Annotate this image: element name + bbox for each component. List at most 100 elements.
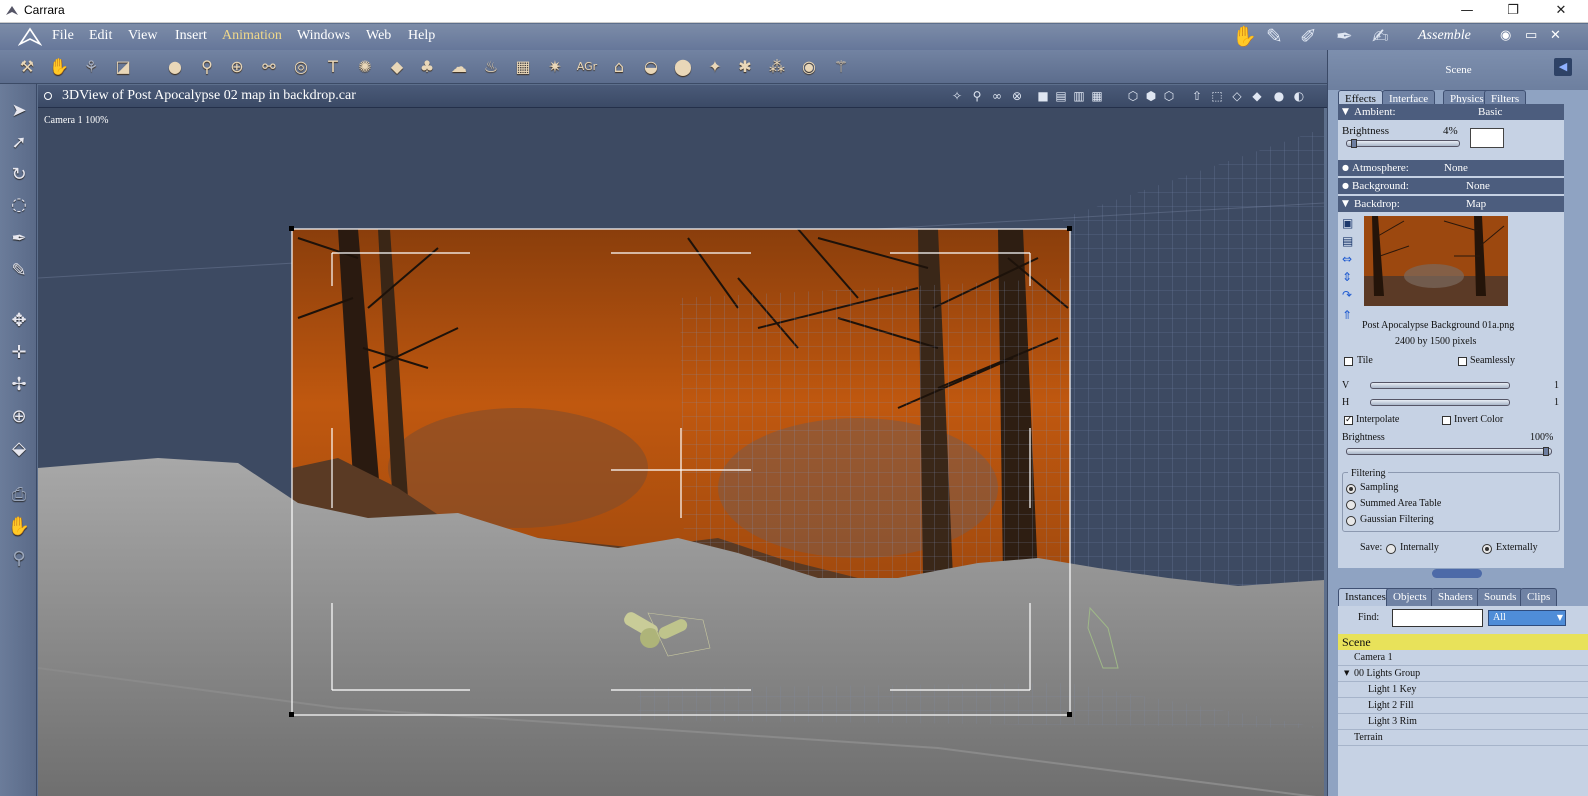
render-area-icon[interactable]: ◪ bbox=[110, 53, 136, 79]
view-shaded-ball-icon[interactable]: ● bbox=[1270, 88, 1288, 104]
insert-camera-icon[interactable]: ✱ bbox=[732, 53, 758, 79]
insert-sphere-icon[interactable]: ● bbox=[162, 53, 188, 79]
slider-thumb[interactable] bbox=[1543, 447, 1549, 456]
menu-web[interactable]: Web bbox=[366, 28, 391, 44]
backdrop-brightness-slider[interactable] bbox=[1346, 447, 1552, 456]
rotate-map-icon[interactable]: ↷ bbox=[1342, 288, 1352, 302]
tab-objects[interactable]: Objects bbox=[1386, 588, 1434, 606]
open-file-icon[interactable]: ▣ bbox=[1342, 216, 1353, 230]
menu-file[interactable]: File bbox=[52, 28, 74, 44]
trackball-icon[interactable]: ⊕ bbox=[5, 402, 33, 430]
tree-item-terrain[interactable]: Terrain bbox=[1338, 730, 1588, 746]
insert-spline-icon[interactable]: ◎ bbox=[288, 53, 314, 79]
ambient-brightness-slider[interactable] bbox=[1346, 139, 1460, 148]
menu-view[interactable]: View bbox=[128, 28, 157, 44]
h-slider[interactable] bbox=[1370, 399, 1510, 406]
view-up-arrow-icon[interactable]: ⇧ bbox=[1188, 88, 1206, 104]
view-camera-select-icon[interactable]: ⊗ bbox=[1008, 88, 1026, 104]
view-pin-icon[interactable]: ⚲ bbox=[968, 88, 986, 104]
layout-four-icon[interactable]: ▦ bbox=[1088, 88, 1106, 104]
scale-ring-icon[interactable]: ◌ bbox=[5, 190, 33, 218]
move-arrow-icon[interactable]: ➚ bbox=[5, 128, 33, 156]
backdrop-thumbnail[interactable] bbox=[1364, 216, 1508, 306]
menu-insert[interactable]: Insert bbox=[175, 28, 207, 44]
interpolate-checkbox[interactable]: ✓ bbox=[1344, 416, 1353, 425]
view-cube-front-icon[interactable]: ⬡ bbox=[1124, 88, 1142, 104]
layout-three-icon[interactable]: ▥ bbox=[1070, 88, 1088, 104]
panel-close-icon[interactable]: ✕ bbox=[1550, 28, 1561, 43]
atmosphere-section-header[interactable]: ● Atmosphere: None bbox=[1338, 160, 1564, 176]
layout-single-icon[interactable]: ■ bbox=[1034, 88, 1052, 104]
tab-shaders[interactable]: Shaders bbox=[1431, 588, 1480, 606]
insert-cloud-icon[interactable]: ☁ bbox=[446, 53, 472, 79]
summed-area-radio[interactable] bbox=[1346, 500, 1356, 510]
viewport-menu-icon[interactable] bbox=[44, 92, 52, 100]
room-render-icon[interactable]: ✍ bbox=[1372, 24, 1389, 48]
view-textured-ball-icon[interactable]: ◐ bbox=[1290, 88, 1308, 104]
insert-terrain-icon[interactable]: ◆ bbox=[384, 53, 410, 79]
tab-sounds[interactable]: Sounds bbox=[1477, 588, 1524, 606]
atmosphere-value[interactable]: None bbox=[1444, 160, 1468, 176]
flip-vertical-icon[interactable]: ⇕ bbox=[1342, 270, 1352, 284]
view-light-icon[interactable]: ✧ bbox=[948, 88, 966, 104]
background-section-header[interactable]: ● Background: None bbox=[1338, 178, 1564, 194]
view-bounding-box-icon[interactable]: ⬚ bbox=[1208, 88, 1226, 104]
restore-button[interactable]: ❐ bbox=[1490, 0, 1536, 23]
ambient-color-swatch[interactable] bbox=[1470, 128, 1504, 148]
insert-replicator-icon[interactable]: ▦ bbox=[510, 53, 536, 79]
bone-tool-icon[interactable]: ⚘ bbox=[78, 53, 104, 79]
ambient-mode[interactable]: Basic bbox=[1478, 104, 1502, 120]
minimize-button[interactable]: — bbox=[1444, 0, 1490, 23]
room-storyboard-icon[interactable]: ✐ bbox=[1300, 24, 1317, 48]
tile-checkbox[interactable] bbox=[1344, 357, 1353, 366]
hand-grab-icon[interactable]: ✋ bbox=[46, 53, 72, 79]
tab-instances[interactable]: Instances bbox=[1338, 588, 1393, 606]
insert-bowl-icon[interactable]: ◒ bbox=[638, 53, 664, 79]
close-button[interactable]: ✕ bbox=[1538, 0, 1584, 23]
insert-blob-icon[interactable]: ⬤ bbox=[670, 53, 696, 79]
insert-globe-icon[interactable]: ⊕ bbox=[224, 53, 250, 79]
backdrop-section-header[interactable]: ▼ Backdrop: Map bbox=[1338, 196, 1564, 212]
background-value[interactable]: None bbox=[1466, 178, 1490, 194]
find-input[interactable] bbox=[1392, 609, 1483, 627]
insert-plant-icon[interactable]: ♣ bbox=[414, 53, 440, 79]
tree-item-lights-group[interactable]: 00 Lights Group bbox=[1338, 666, 1588, 682]
eye-icon[interactable]: ◉ bbox=[1500, 28, 1511, 43]
panel-splitter-handle[interactable] bbox=[1432, 569, 1482, 578]
view-binoculars-icon[interactable]: ∞ bbox=[988, 88, 1006, 104]
collapse-tray-icon[interactable]: ◀ bbox=[1554, 58, 1572, 76]
axes-cube-icon[interactable]: ⬙ bbox=[5, 434, 33, 462]
insert-agr-icon[interactable]: AGr bbox=[574, 53, 600, 79]
expand-triangle-icon[interactable]: ▼ bbox=[1344, 669, 1349, 677]
move-yz-icon[interactable]: ✢ bbox=[5, 370, 33, 398]
view-cube-side-icon[interactable]: ⬢ bbox=[1142, 88, 1160, 104]
backdrop-value[interactable]: Map bbox=[1466, 196, 1486, 212]
gaussian-radio[interactable] bbox=[1346, 516, 1356, 526]
panel-toggle-icon[interactable]: ▭ bbox=[1525, 28, 1537, 43]
view-solid-icon[interactable]: ◆ bbox=[1248, 88, 1266, 104]
view-wireframe-icon[interactable]: ◇ bbox=[1228, 88, 1246, 104]
tree-item-light-rim[interactable]: Light 3 Rim bbox=[1338, 714, 1588, 730]
tree-header[interactable]: Scene bbox=[1338, 634, 1588, 650]
save-internally-radio[interactable] bbox=[1386, 544, 1396, 554]
insert-skeleton-icon[interactable]: ⚯ bbox=[256, 53, 282, 79]
insert-house-icon[interactable]: ⌂ bbox=[606, 53, 632, 79]
insert-grass-icon[interactable]: ✷ bbox=[542, 53, 568, 79]
move-xy-icon[interactable]: ✥ bbox=[5, 306, 33, 334]
insert-group-icon[interactable]: ⁂ bbox=[764, 53, 790, 79]
insert-particles-icon[interactable]: ✺ bbox=[352, 53, 378, 79]
tree-item-light-key[interactable]: Light 1 Key bbox=[1338, 682, 1588, 698]
tree-item-light-fill[interactable]: Light 2 Fill bbox=[1338, 698, 1588, 714]
camera-icon[interactable]: ⎙ bbox=[5, 480, 33, 508]
menu-windows[interactable]: Windows bbox=[297, 28, 350, 44]
insert-fire-icon[interactable]: ♨ bbox=[478, 53, 504, 79]
ambient-section-header[interactable]: ▼ Ambient: Basic bbox=[1338, 104, 1564, 120]
view-cube-top-icon[interactable]: ⬡ bbox=[1160, 88, 1178, 104]
invert-color-checkbox[interactable] bbox=[1442, 416, 1451, 425]
insert-text-icon[interactable]: T bbox=[320, 53, 346, 79]
tab-clips[interactable]: Clips bbox=[1520, 588, 1558, 606]
move-xz-icon[interactable]: ✛ bbox=[5, 338, 33, 366]
upload-icon[interactable]: ⇑ bbox=[1342, 308, 1352, 322]
tree-item-camera[interactable]: Camera 1 bbox=[1338, 650, 1588, 666]
3d-viewport[interactable]: Camera 1 100% bbox=[38, 108, 1324, 796]
